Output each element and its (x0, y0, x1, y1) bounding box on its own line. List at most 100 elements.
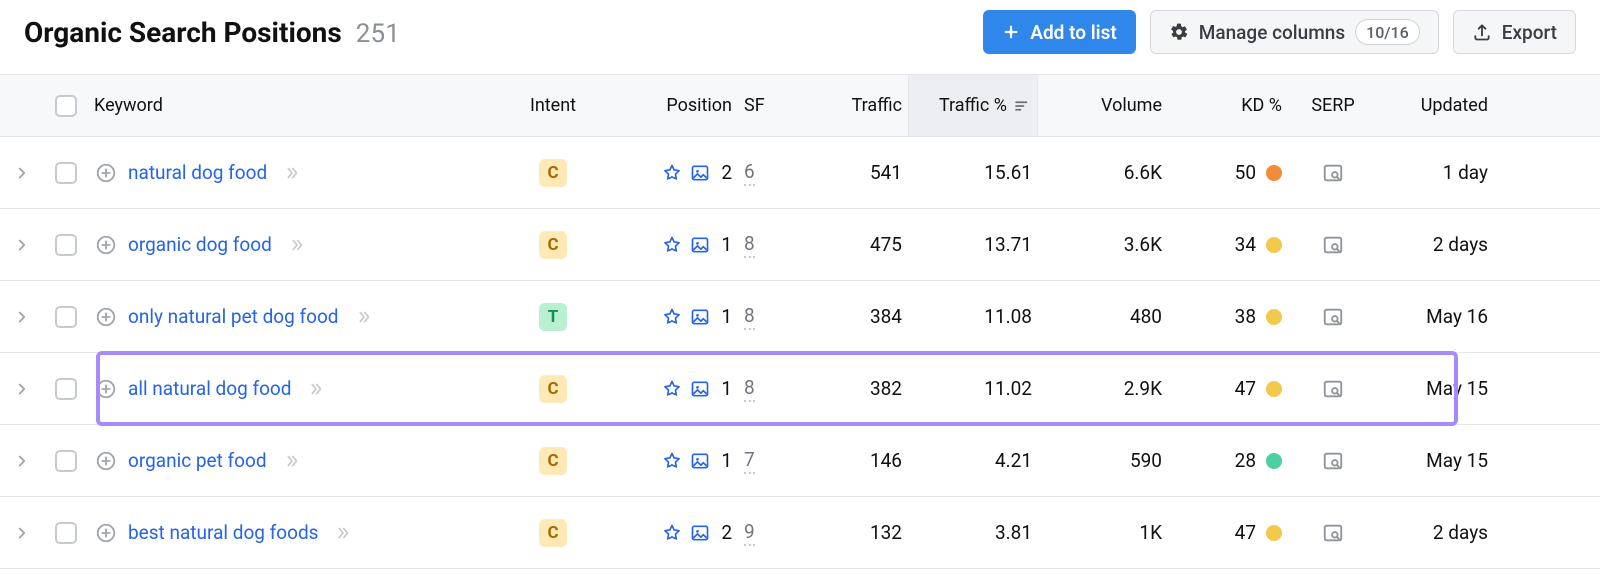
plus-icon (1002, 23, 1020, 41)
expand-row-toggle[interactable] (0, 236, 44, 254)
traffic-pct-value: 4.21 (908, 449, 1038, 472)
gear-icon (1169, 22, 1189, 42)
export-button[interactable]: Export (1453, 10, 1576, 54)
traffic-pct-value: 11.02 (908, 377, 1038, 400)
view-serp-button[interactable] (1288, 234, 1378, 256)
add-to-list-button[interactable]: Add to list (983, 10, 1135, 54)
keyword-link[interactable]: organic pet food (128, 449, 267, 472)
position-value: 1 (718, 233, 732, 256)
upload-icon (1472, 22, 1492, 42)
select-all-checkbox[interactable] (55, 95, 77, 117)
keyword-link[interactable]: best natural dog foods (128, 521, 318, 544)
keyword-table-app: { "header": { "title": "Organic Search P… (0, 0, 1600, 569)
col-serp[interactable]: SERP (1288, 95, 1378, 116)
intent-badge: C (539, 159, 567, 187)
chevron-right-icon (13, 308, 31, 326)
updated-value: 2 days (1378, 233, 1494, 256)
expand-row-toggle[interactable] (0, 164, 44, 182)
view-serp-button[interactable] (1288, 162, 1378, 184)
intent-badge: C (539, 375, 567, 403)
double-chevron-icon (283, 452, 301, 470)
row-checkbox[interactable] (55, 378, 77, 400)
image-icon (690, 235, 710, 255)
image-icon (690, 451, 710, 471)
chevron-right-icon (13, 524, 31, 542)
keyword-link[interactable]: organic dog food (128, 233, 272, 256)
keyword-link[interactable]: natural dog food (128, 161, 267, 184)
sf-value[interactable]: 7 (744, 448, 755, 474)
position-value: 2 (718, 161, 732, 184)
intent-badge: T (539, 303, 567, 331)
manage-columns-button[interactable]: Manage columns 10/16 (1150, 10, 1439, 54)
col-keyword[interactable]: Keyword (88, 95, 508, 116)
sf-value[interactable]: 6 (744, 160, 755, 186)
page-title: Organic Search Positions (24, 16, 342, 49)
col-traffic-pct[interactable]: Traffic % (908, 75, 1038, 136)
expand-row-toggle[interactable] (0, 308, 44, 326)
col-position[interactable]: Position (598, 95, 738, 116)
traffic-value: 146 (798, 449, 908, 472)
col-kd[interactable]: KD % (1168, 95, 1288, 116)
chevron-right-icon (13, 236, 31, 254)
star-icon (662, 307, 682, 327)
table-row: all natural dog food C 1 8 382 11.02 2.9… (0, 353, 1600, 425)
star-icon (662, 235, 682, 255)
expand-row-toggle[interactable] (0, 524, 44, 542)
updated-value: May 15 (1378, 377, 1494, 400)
add-keyword-button[interactable] (94, 161, 118, 185)
circle-plus-icon (95, 162, 117, 184)
image-icon (690, 379, 710, 399)
sf-value[interactable]: 8 (744, 376, 755, 402)
kd-value: 38 (1235, 305, 1256, 328)
col-traffic[interactable]: Traffic (798, 95, 908, 116)
add-keyword-button[interactable] (94, 521, 118, 545)
image-icon (690, 523, 710, 543)
traffic-pct-value: 3.81 (908, 521, 1038, 544)
serp-icon (1322, 450, 1344, 472)
add-to-list-label: Add to list (1030, 21, 1116, 44)
row-checkbox[interactable] (55, 162, 77, 184)
traffic-value: 475 (798, 233, 908, 256)
sf-value[interactable]: 8 (744, 232, 755, 258)
add-keyword-button[interactable] (94, 377, 118, 401)
row-checkbox[interactable] (55, 450, 77, 472)
volume-value: 6.6K (1038, 161, 1168, 184)
kd-difficulty-dot (1266, 237, 1282, 253)
chevron-right-icon (13, 380, 31, 398)
view-serp-button[interactable] (1288, 306, 1378, 328)
view-serp-button[interactable] (1288, 378, 1378, 400)
add-keyword-button[interactable] (94, 449, 118, 473)
expand-row-toggle[interactable] (0, 380, 44, 398)
view-serp-button[interactable] (1288, 522, 1378, 544)
keyword-link[interactable]: only natural pet dog food (128, 305, 339, 328)
kd-difficulty-dot (1266, 453, 1282, 469)
row-checkbox[interactable] (55, 306, 77, 328)
col-sf[interactable]: SF (738, 95, 798, 116)
add-keyword-button[interactable] (94, 233, 118, 257)
col-intent[interactable]: Intent (508, 95, 598, 116)
keyword-link[interactable]: all natural dog food (128, 377, 291, 400)
expand-row-toggle[interactable] (0, 452, 44, 470)
kd-difficulty-dot (1266, 309, 1282, 325)
row-checkbox[interactable] (55, 522, 77, 544)
table-header-bar: Organic Search Positions 251 Add to list… (0, 0, 1600, 74)
table-head: Keyword Intent Position SF Traffic Traff… (0, 75, 1600, 137)
sf-value[interactable]: 9 (744, 520, 755, 546)
col-updated[interactable]: Updated (1378, 95, 1494, 116)
sf-value[interactable]: 8 (744, 304, 755, 330)
position-value: 1 (718, 377, 732, 400)
col-volume[interactable]: Volume (1038, 95, 1168, 116)
image-icon (690, 307, 710, 327)
star-icon (662, 451, 682, 471)
add-keyword-button[interactable] (94, 305, 118, 329)
chevron-right-icon (13, 452, 31, 470)
view-serp-button[interactable] (1288, 450, 1378, 472)
row-checkbox[interactable] (55, 234, 77, 256)
volume-value: 3.6K (1038, 233, 1168, 256)
traffic-value: 382 (798, 377, 908, 400)
table-row: best natural dog foods C 2 9 132 3.81 1K… (0, 497, 1600, 569)
updated-value: May 16 (1378, 305, 1494, 328)
kd-difficulty-dot (1266, 525, 1282, 541)
serp-icon (1322, 162, 1344, 184)
intent-badge: C (539, 519, 567, 547)
